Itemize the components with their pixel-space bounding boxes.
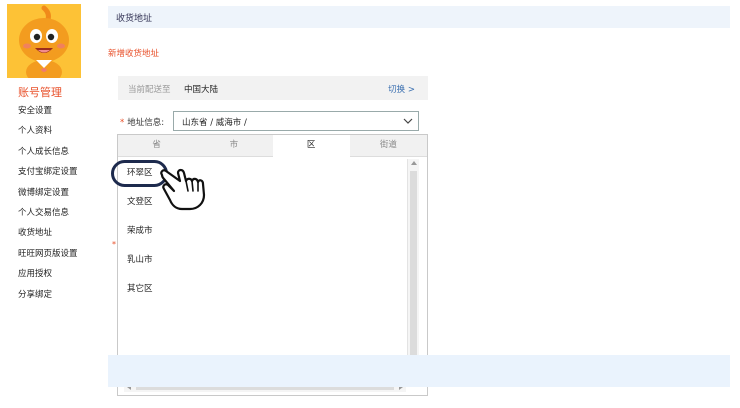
tab-province[interactable]: 省: [118, 135, 196, 157]
list-item-rushan[interactable]: 乳山市: [118, 246, 406, 275]
chevron-down-icon: [403, 118, 413, 124]
sidebar-item-trade[interactable]: 个人交易信息: [18, 207, 78, 227]
tab-city[interactable]: 市: [195, 135, 273, 157]
required-mark: *: [120, 118, 125, 128]
region-value: 中国大陆: [184, 85, 219, 95]
sidebar-item-wangwang[interactable]: 旺旺网页版设置: [18, 248, 78, 268]
tab-district[interactable]: 区: [272, 135, 350, 157]
sidebar-item-address[interactable]: 收货地址: [18, 227, 78, 247]
mascot-icon: [7, 4, 81, 78]
region-bar: 当前配送至 中国大陆 切换 >: [118, 76, 428, 100]
sidebar-item-security[interactable]: 安全设置: [18, 105, 78, 125]
address-select[interactable]: 山东省 / 威海市 /: [173, 111, 419, 131]
vertical-scrollbar[interactable]: [407, 159, 419, 384]
sidebar-item-app-auth[interactable]: 应用授权: [18, 268, 78, 288]
address-select-value: 山东省 / 威海市 /: [182, 118, 247, 128]
pointing-hand-icon: [160, 168, 206, 211]
add-address-link[interactable]: 新增收货地址: [108, 47, 159, 59]
list-item-other[interactable]: 其它区: [118, 275, 406, 304]
avatar[interactable]: [7, 4, 81, 78]
bottom-bar: [108, 355, 730, 387]
region-label: 当前配送至: [128, 85, 171, 95]
sidebar-item-alipay[interactable]: 支付宝绑定设置: [18, 166, 78, 186]
sidebar-item-share[interactable]: 分享绑定: [18, 289, 78, 309]
sidebar-item-weibo[interactable]: 微博绑定设置: [18, 187, 78, 207]
address-label: * 地址信息:: [120, 116, 164, 128]
list-item-rongcheng[interactable]: 荣成市: [118, 217, 406, 246]
sidebar-item-profile[interactable]: 个人资料: [18, 125, 78, 145]
region-switch-link[interactable]: 切换 >: [388, 83, 415, 95]
sidebar-title: 账号管理: [18, 86, 62, 99]
dropdown-tabs: 省 市 区 街道: [118, 135, 427, 157]
sidebar-item-growth[interactable]: 个人成长信息: [18, 146, 78, 166]
sidebar-menu: 安全设置 个人资料 个人成长信息 支付宝绑定设置 微博绑定设置 个人交易信息 收…: [18, 105, 78, 309]
scroll-up-icon[interactable]: [411, 161, 417, 165]
address-label-text: 地址信息:: [127, 118, 165, 128]
page-title: 收货地址: [116, 14, 153, 24]
sidebar: 账号管理 安全设置 个人资料 个人成长信息 支付宝绑定设置 微博绑定设置 个人交…: [0, 0, 100, 408]
stray-required-mark: *: [112, 240, 116, 249]
tab-street[interactable]: 街道: [349, 135, 427, 157]
header-bar: 收货地址: [108, 6, 730, 28]
vertical-scroll-thumb[interactable]: [410, 171, 417, 371]
